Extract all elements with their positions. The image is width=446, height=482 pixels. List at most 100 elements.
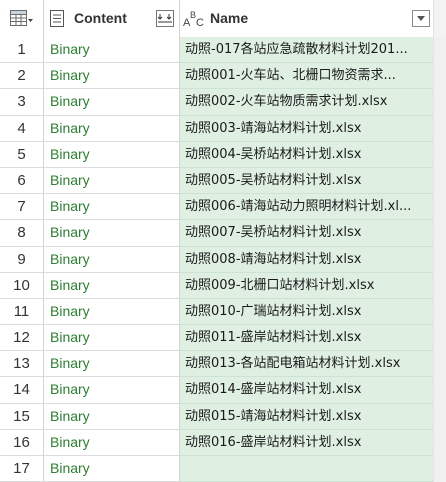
scrollbar-track[interactable] (433, 246, 446, 273)
row-index[interactable]: 6 (0, 167, 44, 195)
name-cell[interactable]: 动照004-吴桥站材料计划.xlsx (180, 141, 433, 168)
content-cell[interactable]: Binary (44, 246, 180, 273)
row-index[interactable]: 15 (0, 403, 44, 430)
row-index[interactable]: 17 (0, 456, 44, 482)
name-cell[interactable]: 动照006-靖海站动力照明材料计划.xl... (180, 194, 433, 221)
table-row[interactable]: 15 Binary 动照015-靖海站材料计划.xlsx (0, 403, 446, 430)
name-cell[interactable] (180, 456, 433, 482)
table-row[interactable]: 3 Binary 动照002-火车站物质需求计划.xlsx (0, 89, 446, 116)
content-cell[interactable]: Binary (44, 220, 180, 247)
table-row[interactable]: 14 Binary 动照014-盛岸站材料计划.xlsx (0, 377, 446, 404)
content-cell[interactable]: Binary (44, 325, 180, 352)
table-row[interactable]: 4 Binary 动照003-靖海站材料计划.xlsx (0, 115, 446, 142)
scrollbar-track[interactable] (433, 89, 446, 116)
name-cell[interactable]: 动照009-北栅口站材料计划.xlsx (180, 272, 433, 299)
name-cell[interactable]: 动照001-火车站、北栅口物资需求... (180, 63, 433, 90)
table-row[interactable]: 7 Binary 动照006-靖海站动力照明材料计划.xl... (0, 194, 446, 221)
name-cell[interactable]: 动照005-吴桥站材料计划.xlsx (180, 167, 433, 195)
name-cell[interactable]: 动照008-靖海站材料计划.xlsx (180, 246, 433, 273)
content-cell[interactable]: Binary (44, 403, 180, 430)
scrollbar-track[interactable] (433, 429, 446, 456)
scrollbar-track[interactable] (433, 115, 446, 142)
table-row[interactable]: 9 Binary 动照008-靖海站材料计划.xlsx (0, 246, 446, 273)
table-row[interactable]: 10 Binary 动照009-北栅口站材料计划.xlsx (0, 272, 446, 299)
scrollbar-track[interactable] (433, 220, 446, 247)
table-icon (10, 10, 33, 26)
table-row[interactable]: 16 Binary 动照016-盛岸站材料计划.xlsx (0, 429, 446, 456)
scrollbar-track[interactable] (433, 194, 446, 221)
scrollbar-track[interactable] (433, 456, 446, 482)
table-row[interactable]: 1 Binary 动照-017各站应急疏散材料计划201... (0, 37, 446, 64)
name-cell[interactable]: 动照007-吴桥站材料计划.xlsx (180, 220, 433, 247)
row-index[interactable]: 16 (0, 429, 44, 456)
content-cell[interactable]: Binary (44, 298, 180, 326)
row-index[interactable]: 12 (0, 325, 44, 352)
scrollbar-header (433, 0, 446, 37)
table-row[interactable]: 2 Binary 动照001-火车站、北栅口物资需求... (0, 63, 446, 90)
column-header-content-label: Content (74, 10, 127, 26)
scrollbar-track[interactable] (433, 403, 446, 430)
grid-header: Content A B C Name (0, 0, 446, 38)
content-cell[interactable]: Binary (44, 456, 180, 482)
row-index[interactable]: 7 (0, 194, 44, 221)
name-cell[interactable]: 动照-017各站应急疏散材料计划201... (180, 37, 433, 64)
content-cell[interactable]: Binary (44, 272, 180, 299)
name-cell[interactable]: 动照013-各站配电箱站材料计划.xlsx (180, 351, 433, 378)
column-header-name-label: Name (210, 10, 249, 26)
row-index[interactable]: 8 (0, 220, 44, 247)
grid-body: 1 Binary 动照-017各站应急疏散材料计划201... 2 Binary 动照00… (0, 37, 446, 482)
scrollbar-track[interactable] (433, 351, 446, 378)
scrollbar-track[interactable] (433, 141, 446, 168)
row-index[interactable]: 10 (0, 272, 44, 299)
row-index[interactable]: 2 (0, 63, 44, 90)
name-cell[interactable]: 动照014-盛岸站材料计划.xlsx (180, 377, 433, 404)
content-cell[interactable]: Binary (44, 377, 180, 404)
table-row[interactable]: 6 Binary 动照005-吴桥站材料计划.xlsx (0, 167, 446, 195)
row-index[interactable]: 9 (0, 246, 44, 273)
scrollbar-track[interactable] (433, 377, 446, 404)
content-cell[interactable]: Binary (44, 89, 180, 116)
content-cell[interactable]: Binary (44, 63, 180, 90)
scrollbar-track[interactable] (433, 272, 446, 299)
ABC-text-type-icon: A B C (183, 10, 204, 29)
row-index[interactable]: 14 (0, 377, 44, 404)
column-header-content[interactable]: Content (44, 0, 180, 37)
row-index[interactable]: 4 (0, 115, 44, 142)
row-index[interactable]: 1 (0, 37, 44, 64)
row-index[interactable]: 11 (0, 298, 44, 326)
filter-dropdown-icon[interactable] (412, 10, 430, 27)
table-row[interactable]: 8 Binary 动照007-吴桥站材料计划.xlsx (0, 220, 446, 247)
name-cell[interactable]: 动照002-火车站物质需求计划.xlsx (180, 89, 433, 116)
scrollbar-track[interactable] (433, 37, 446, 64)
content-cell[interactable]: Binary (44, 141, 180, 168)
scrollbar-track[interactable] (433, 298, 446, 326)
data-grid: Content A B C Name 1 Binary 动照-017各站应急疏散材料… (0, 0, 446, 482)
name-cell[interactable]: 动照015-靖海站材料计划.xlsx (180, 403, 433, 430)
row-index[interactable]: 3 (0, 89, 44, 116)
scrollbar-track[interactable] (433, 63, 446, 90)
column-header-name[interactable]: A B C Name (180, 0, 433, 37)
content-cell[interactable]: Binary (44, 37, 180, 64)
row-index[interactable]: 5 (0, 141, 44, 168)
name-cell[interactable]: 动照011-盛岸站材料计划.xlsx (180, 325, 433, 352)
content-cell[interactable]: Binary (44, 194, 180, 221)
table-row[interactable]: 11 Binary 动照010-广瑞站材料计划.xlsx (0, 298, 446, 326)
content-cell[interactable]: Binary (44, 351, 180, 378)
table-menu-button[interactable] (0, 0, 44, 37)
table-row[interactable]: 13 Binary 动照013-各站配电箱站材料计划.xlsx (0, 351, 446, 378)
svg-text:C: C (196, 17, 204, 29)
expand-columns-icon[interactable] (156, 10, 174, 27)
scrollbar-track[interactable] (433, 325, 446, 352)
table-row[interactable]: 5 Binary 动照004-吴桥站材料计划.xlsx (0, 141, 446, 168)
name-cell[interactable]: 动照003-靖海站材料计划.xlsx (180, 115, 433, 142)
document-icon (50, 10, 64, 27)
table-row[interactable]: 12 Binary 动照011-盛岸站材料计划.xlsx (0, 325, 446, 352)
name-cell[interactable]: 动照010-广瑞站材料计划.xlsx (180, 298, 433, 326)
content-cell[interactable]: Binary (44, 167, 180, 195)
scrollbar-track[interactable] (433, 167, 446, 195)
name-cell[interactable]: 动照016-盛岸站材料计划.xlsx (180, 429, 433, 456)
content-cell[interactable]: Binary (44, 429, 180, 456)
table-row[interactable]: 17 Binary (0, 456, 446, 482)
row-index[interactable]: 13 (0, 351, 44, 378)
content-cell[interactable]: Binary (44, 115, 180, 142)
